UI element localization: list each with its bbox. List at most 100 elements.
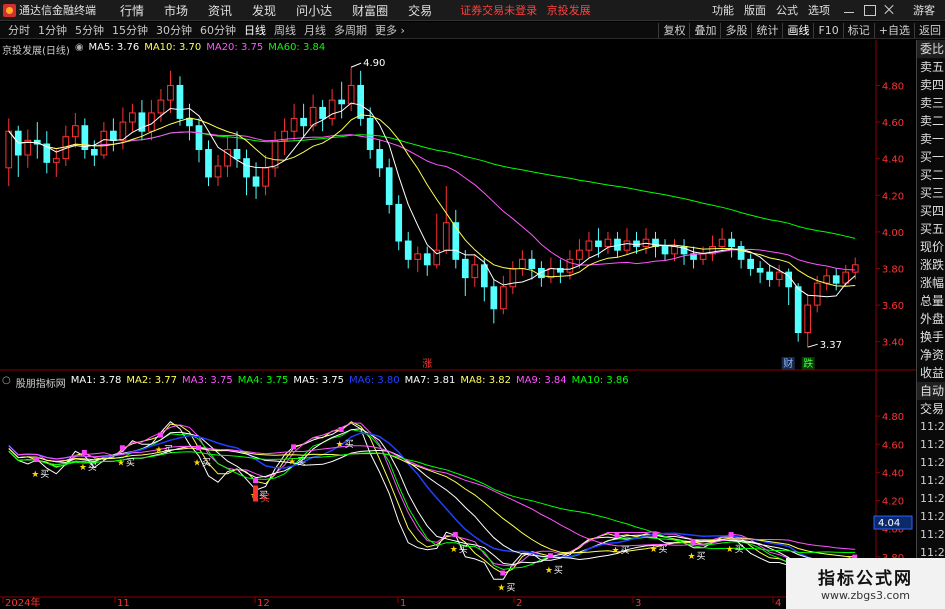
candle-body-18: [176, 84, 184, 119]
kline-chart[interactable]: 4.80 4.60 4.40 4.20 4.00 3.80 3.60 3.40 4.80 4.60…: [0, 0, 945, 609]
candle-body-21: [205, 149, 212, 178]
watermark-title: 指标公式网: [818, 569, 913, 589]
candle-body-42: [404, 240, 412, 260]
y-tick-label-7: 3.40: [882, 338, 904, 349]
candle-body-35: [338, 99, 345, 105]
big-buy-label: 买: [260, 493, 270, 505]
side-item-0[interactable]: 委比: [917, 40, 945, 58]
main-ma-label-1: MA10: 3.70: [144, 42, 202, 53]
die-marker: 跌: [803, 357, 813, 370]
time-label-1: 11: [117, 598, 130, 609]
indicator-ma-label-7: MA8: 3.82: [460, 375, 511, 386]
buy-star-14: ★: [726, 545, 734, 555]
side-item-12[interactable]: 涨跌: [917, 256, 945, 274]
side-item-16[interactable]: 换手: [917, 328, 945, 346]
y-tick-label-3: 4.20: [882, 191, 904, 202]
candle-body-69: [661, 246, 669, 255]
main-ma-label-2: MA20: 3.75: [206, 42, 264, 53]
side-item-20[interactable]: 交易: [917, 400, 945, 418]
settings-circle-icon[interactable]: ◉: [75, 42, 84, 57]
candle-body-20: [195, 125, 203, 151]
buy-label-6: 买: [297, 456, 306, 467]
y-tick-label-0: 4.80: [882, 81, 904, 92]
candle-body-5: [52, 158, 60, 163]
buy-label-14: 买: [735, 544, 744, 555]
ma60-line: [8, 130, 856, 239]
candle-body-79: [756, 267, 764, 273]
low-label: 3.37: [820, 340, 842, 351]
time-label-3: 1: [400, 598, 406, 609]
tick-time-3: 11:29: [920, 474, 945, 487]
side-item-9[interactable]: 买四: [917, 202, 945, 220]
side-item-15[interactable]: 外盘: [917, 310, 945, 328]
candle-body-11: [110, 130, 117, 141]
watermark-url: www.zbgs3.com: [821, 589, 910, 602]
low-pointer: [807, 343, 818, 348]
candle-body-28: [271, 139, 279, 169]
side-item-3[interactable]: 卖三: [917, 94, 945, 112]
side-item-1[interactable]: 卖五: [917, 58, 945, 76]
candle-body-73: [699, 253, 707, 260]
candle-body-88: [842, 271, 850, 284]
side-item-11[interactable]: 现价: [917, 238, 945, 256]
buy-star-6: ★: [288, 457, 296, 467]
indicator-ma-label-3: MA4: 3.75: [237, 375, 289, 386]
tick-time-2: 11:29: [920, 456, 945, 469]
candle-body-33: [319, 106, 326, 119]
candle-body-26: [252, 176, 260, 187]
side-item-17[interactable]: 净资: [917, 346, 945, 364]
candle-body-65: [623, 240, 631, 251]
candle-body-44: [423, 253, 431, 266]
side-item-10[interactable]: 买五: [917, 220, 945, 238]
time-label-4: 2: [516, 598, 522, 609]
candle-body-7: [71, 125, 79, 138]
candle-body-13: [129, 112, 136, 123]
side-item-19[interactable]: 自动: [917, 382, 945, 400]
buy-label-12: 买: [659, 544, 668, 555]
side-item-7[interactable]: 买二: [917, 166, 945, 184]
time-label-6: 4: [775, 598, 781, 609]
signal-square-13: [690, 539, 696, 545]
candle-body-85: [813, 282, 821, 306]
buy-star-9: ★: [497, 584, 505, 594]
side-item-14[interactable]: 总量: [917, 292, 945, 310]
buy-label-9: 买: [506, 583, 515, 594]
tick-time-5: 11:29: [920, 510, 945, 523]
buy-label-3: 买: [164, 445, 173, 456]
ind-tick-label-0: 4.80: [882, 412, 904, 423]
signal-square-14: [728, 532, 734, 538]
side-item-2[interactable]: 卖四: [917, 76, 945, 94]
candle-body-40: [385, 167, 393, 205]
side-item-4[interactable]: 卖二: [917, 112, 945, 130]
side-item-18[interactable]: 收益: [917, 364, 945, 382]
buy-star-11: ★: [611, 546, 619, 556]
candle-body-51: [490, 286, 498, 310]
side-item-5[interactable]: 卖一: [917, 130, 945, 148]
buy-label-2: 买: [126, 457, 135, 468]
circle-icon[interactable]: ○: [2, 375, 11, 390]
candle-body-70: [671, 246, 678, 255]
candle-body-84: [804, 304, 812, 334]
main-chart-legend: 京投发展(日线) ◉ MA5: 3.76 MA10: 3.70 MA20: 3.75…: [2, 42, 325, 57]
candle-body-41: [395, 203, 403, 242]
candle-body-53: [509, 267, 517, 288]
side-item-8[interactable]: 买三: [917, 184, 945, 202]
indicator-ma-label-6: MA7: 3.81: [404, 375, 456, 386]
candle-body-89: [851, 264, 859, 273]
tick-time-1: 11:29: [920, 438, 945, 451]
side-item-6[interactable]: 买一: [917, 148, 945, 166]
main-ma-label-0: MA5: 3.76: [88, 42, 140, 53]
candle-body-16: [157, 99, 165, 114]
candle-body-31: [300, 117, 307, 127]
candle-body-75: [718, 238, 726, 248]
candle-body-61: [585, 240, 593, 251]
indicator-ma-values: MA1: 3.78 MA2: 3.77 MA3: 3.75 MA4: 3.75 MA5:…: [71, 375, 629, 390]
high-label: 4.90: [363, 58, 385, 69]
signal-square-3: [157, 432, 163, 438]
buy-star-10: ★: [545, 566, 553, 576]
current-value-text: 4.04: [878, 518, 900, 529]
buy-star-7: ★: [336, 440, 344, 450]
buy-star-0: ★: [31, 470, 39, 480]
ma5-line: [8, 102, 856, 298]
side-item-13[interactable]: 涨幅: [917, 274, 945, 292]
